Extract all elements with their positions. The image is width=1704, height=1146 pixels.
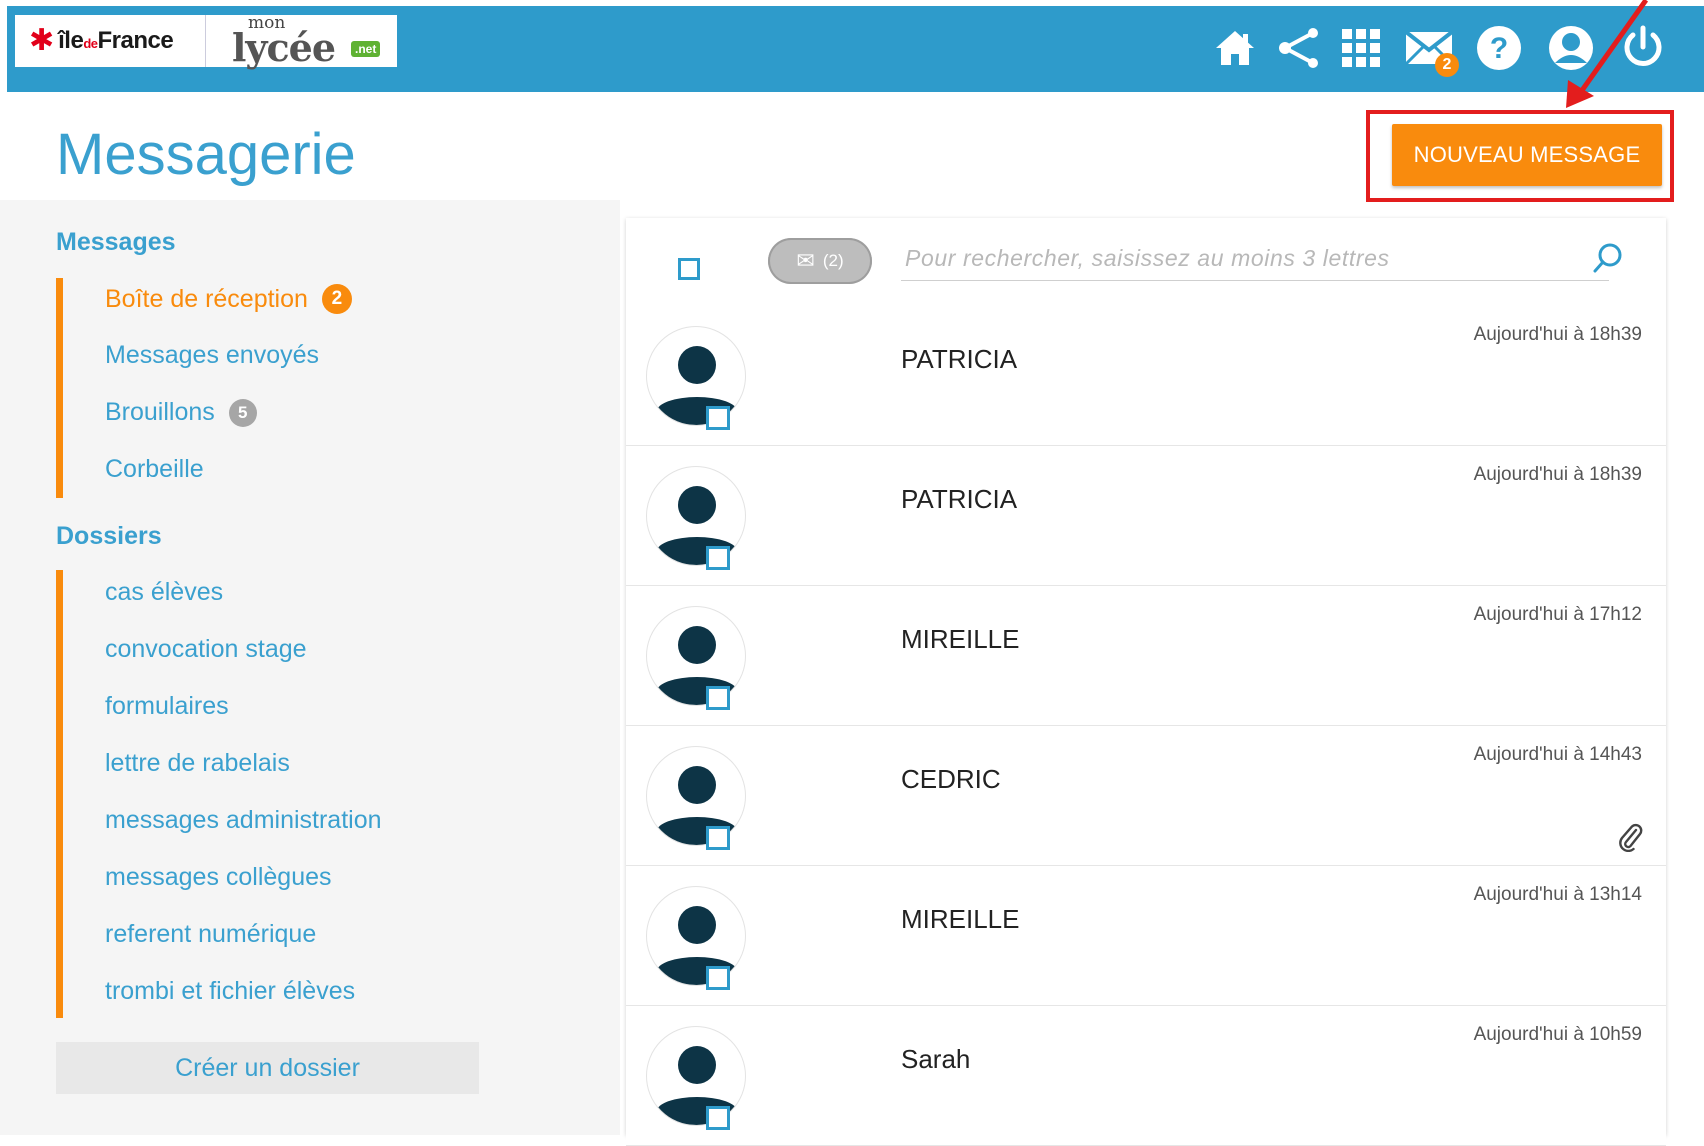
folders-section-title: Dossiers: [56, 522, 162, 550]
message-row[interactable]: MIREILLE Aujourd'hui à 13h14: [626, 866, 1666, 1006]
inbox-count-badge: 2: [321, 284, 352, 314]
create-folder-button[interactable]: Créer un dossier: [56, 1042, 479, 1094]
message-row[interactable]: CEDRIC Aujourd'hui à 14h43: [626, 726, 1666, 866]
apps-grid-icon[interactable]: [1337, 22, 1385, 74]
message-checkbox[interactable]: [706, 966, 730, 990]
sidebar-folder-cas-eleves[interactable]: cas élèves: [105, 578, 223, 607]
new-message-button[interactable]: NOUVEAU MESSAGE: [1392, 124, 1662, 186]
message-time: Aujourd'hui à 14h43: [1473, 744, 1642, 765]
select-all-checkbox[interactable]: [678, 258, 700, 280]
svg-text:?: ?: [1490, 32, 1508, 65]
mon-lycee-logo[interactable]: mon lycée .net: [206, 13, 397, 70]
message-checkbox[interactable]: [706, 1106, 730, 1130]
sidebar-folder-trombi[interactable]: trombi et fichier élèves: [105, 977, 355, 1006]
help-icon[interactable]: ?: [1475, 22, 1523, 74]
avatar: [646, 1026, 746, 1126]
avatar: [646, 886, 746, 986]
message-sender: MIREILLE: [901, 904, 1020, 934]
share-icon[interactable]: [1275, 22, 1323, 74]
sidebar-item-inbox[interactable]: Boîte de réception 2: [105, 284, 352, 314]
home-icon[interactable]: [1211, 22, 1259, 74]
search-icon[interactable]: [1588, 238, 1628, 278]
message-sender: CEDRIC: [901, 764, 1001, 794]
message-checkbox[interactable]: [706, 406, 730, 430]
message-checkbox[interactable]: [706, 686, 730, 710]
folders-nav-bar: [56, 570, 63, 1018]
mail-icon[interactable]: 2: [1405, 22, 1459, 77]
message-sender: PATRICIA: [901, 484, 1018, 514]
page-title: Messagerie: [56, 122, 356, 187]
sidebar-folder-convocation-stage[interactable]: convocation stage: [105, 635, 307, 664]
drafts-count-badge: 5: [228, 398, 257, 427]
ile-de-france-logo[interactable]: ✱ îledeFrance: [15, 15, 206, 67]
annotation-arrow-icon: [1566, 0, 1649, 108]
search-input[interactable]: [901, 236, 1609, 281]
sidebar-item-drafts[interactable]: Brouillons 5: [105, 398, 257, 427]
message-time: Aujourd'hui à 10h59: [1473, 1024, 1642, 1045]
message-checkbox[interactable]: [706, 826, 730, 850]
idf-star-icon: ✱: [29, 24, 55, 57]
message-row[interactable]: PATRICIA Aujourd'hui à 18h39: [626, 306, 1666, 446]
top-navigation-bar: ✱ îledeFrance mon lycée .net 2 ?: [7, 6, 1704, 92]
unread-filter-toggle[interactable]: ✉ (2): [768, 238, 872, 284]
message-time: Aujourd'hui à 18h39: [1473, 324, 1642, 345]
attachment-icon: [1618, 822, 1644, 857]
message-time: Aujourd'hui à 13h14: [1473, 884, 1642, 905]
message-time: Aujourd'hui à 17h12: [1473, 604, 1642, 625]
avatar: [646, 746, 746, 846]
mail-count-badge: 2: [1435, 53, 1459, 77]
message-time: Aujourd'hui à 18h39: [1473, 464, 1642, 485]
message-row[interactable]: MIREILLE Aujourd'hui à 17h12: [626, 586, 1666, 726]
sidebar-folder-formulaires[interactable]: formulaires: [105, 692, 229, 721]
messages-section-title: Messages: [56, 228, 176, 256]
sidebar-folder-messages-collegues[interactable]: messages collègues: [105, 863, 332, 892]
envelope-icon: ✉: [796, 248, 815, 273]
messages-nav-bar: [56, 278, 63, 498]
sidebar-item-sent[interactable]: Messages envoyés: [105, 341, 319, 370]
sidebar-folder-messages-administration[interactable]: messages administration: [105, 806, 382, 835]
sidebar-item-trash[interactable]: Corbeille: [105, 455, 204, 484]
avatar: [646, 466, 746, 566]
message-checkbox[interactable]: [706, 546, 730, 570]
sidebar-folder-referent-numerique[interactable]: referent numérique: [105, 920, 316, 949]
sidebar-folder-lettre-de-rabelais[interactable]: lettre de rabelais: [105, 749, 290, 778]
list-toolbar: ✉ (2): [626, 218, 1666, 307]
message-row[interactable]: PATRICIA Aujourd'hui à 18h39: [626, 446, 1666, 586]
avatar: [646, 606, 746, 706]
message-row[interactable]: Sarah Aujourd'hui à 10h59: [626, 1006, 1666, 1146]
message-list-panel: ✉ (2) PATRICIA Aujourd'hui à 18h39 PATRI…: [626, 218, 1666, 1146]
message-sender: PATRICIA: [901, 344, 1018, 374]
message-sender: Sarah: [901, 1044, 971, 1074]
avatar: [646, 326, 746, 426]
message-sender: MIREILLE: [901, 624, 1020, 654]
